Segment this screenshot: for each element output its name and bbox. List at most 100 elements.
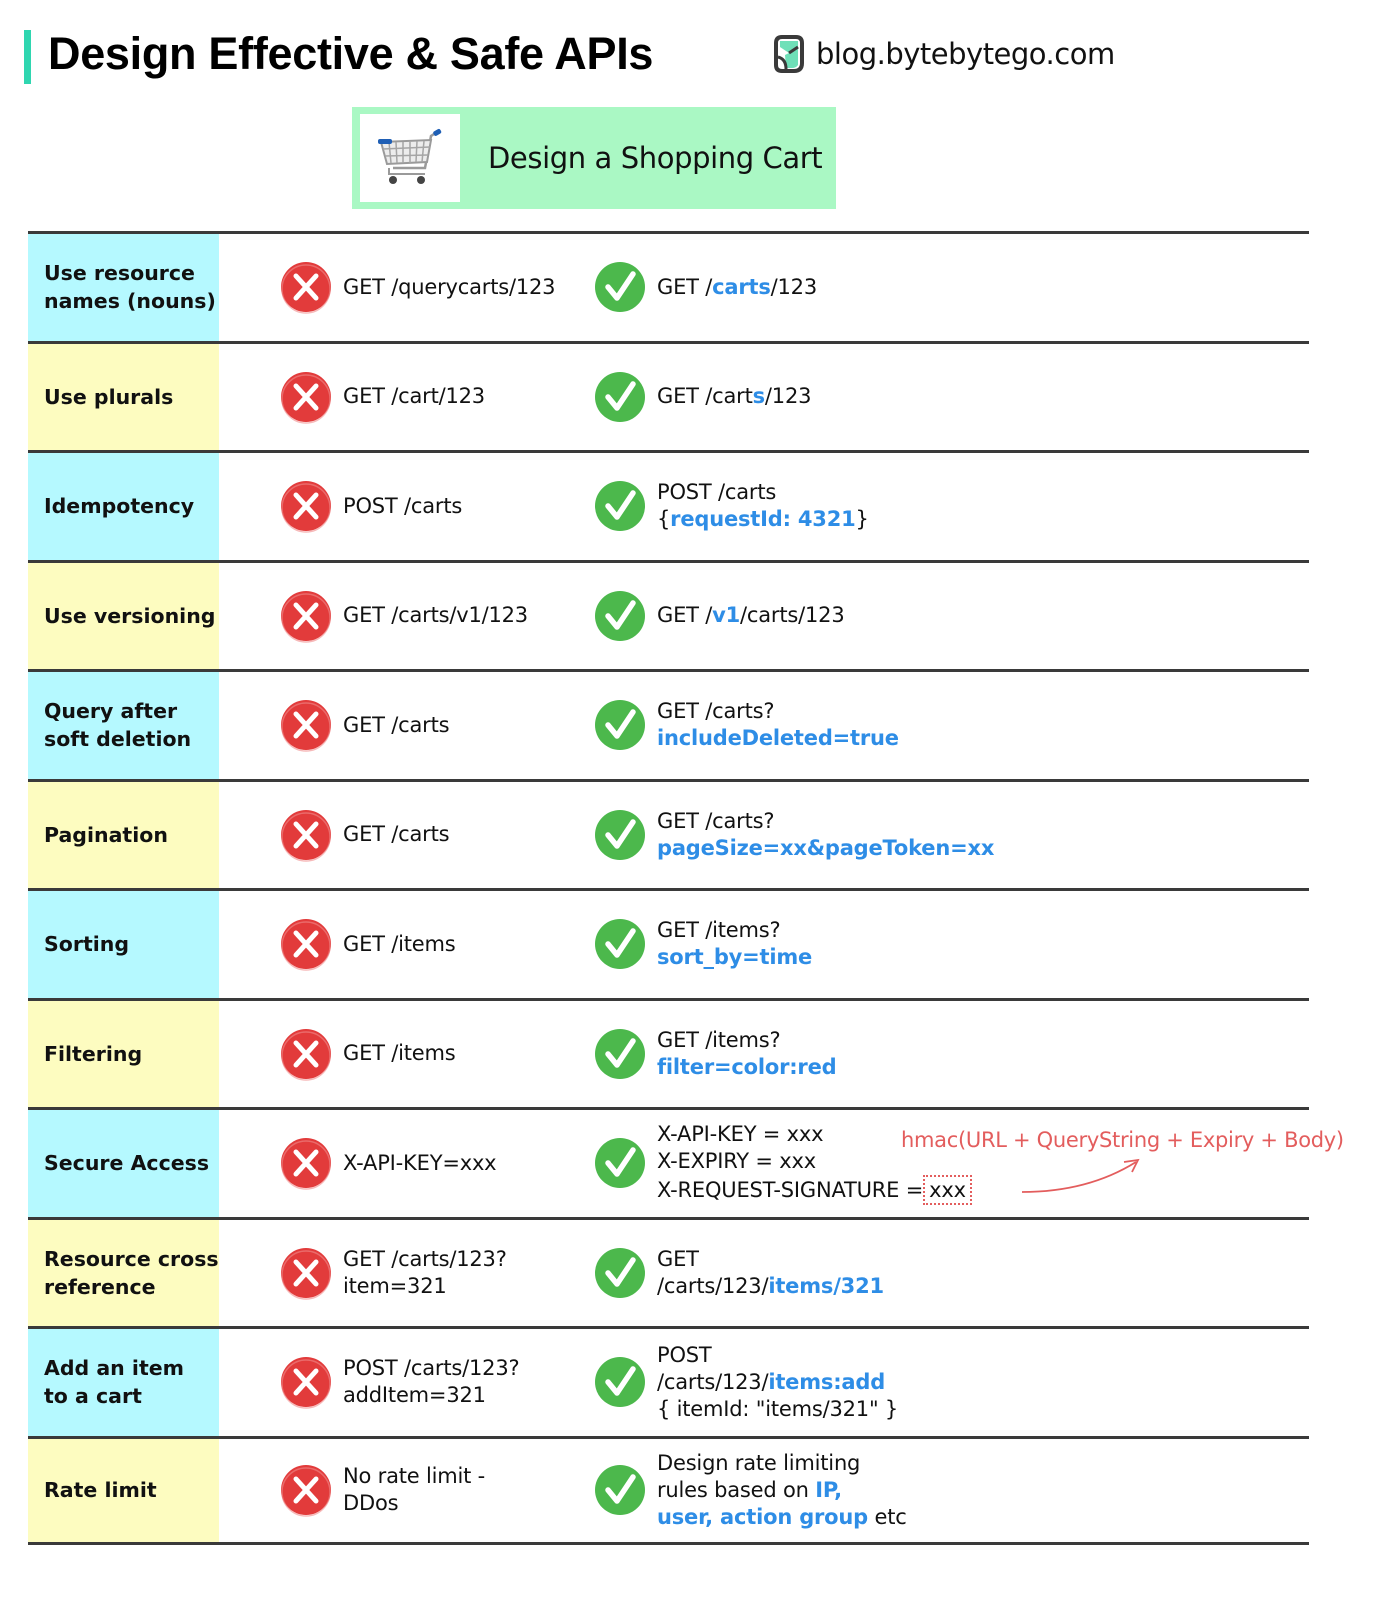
good-example: GET /carts/123/items/321	[593, 1220, 884, 1327]
guideline-label: Sorting	[28, 891, 219, 998]
bad-example: GET /items	[279, 891, 456, 998]
guideline-row: Use versioning GET /carts/v1/123 GET /v1/c…	[28, 559, 1309, 670]
bad-example: POST /carts/123? addItem=321	[279, 1329, 520, 1436]
highlighted-fragment: requestId: 4321	[670, 507, 856, 532]
bad-example-text: GET /items	[343, 1040, 456, 1067]
bad-example: GET /querycarts/123	[279, 234, 556, 341]
good-example-text: GET /items? filter=color:red	[657, 1027, 837, 1081]
bad-example: GET /carts	[279, 672, 450, 779]
good-example: GET /items? sort_by=time	[593, 891, 812, 998]
bad-example-text: X-API-KEY=xxx	[343, 1150, 497, 1177]
shopping-cart-image	[360, 114, 460, 202]
text-fragment: GET /items	[343, 1041, 456, 1066]
guideline-label: Use resource names (nouns)	[28, 234, 219, 341]
guideline-row: Filtering GET /items GET /items? filter=co…	[28, 997, 1309, 1108]
text-fragment: POST /carts/123/	[657, 1342, 769, 1394]
hmac-annotation: hmac(URL + QueryString + Expiry + Body)	[901, 1128, 1344, 1152]
cross-icon	[281, 1028, 331, 1081]
guideline-label: Idempotency	[28, 453, 219, 560]
good-example: X-API-KEY = xxx X-EXPIRY = xxx X-REQUEST…	[593, 1110, 972, 1217]
cross-icon	[281, 371, 331, 424]
text-fragment: GET /carts/123? item=321	[343, 1246, 507, 1298]
cross-icon	[281, 700, 331, 752]
highlighted-fragment: items/321	[768, 1273, 884, 1298]
guideline-label: Secure Access	[28, 1110, 219, 1217]
text-fragment: GET /	[657, 603, 713, 628]
highlighted-fragment: sort_by=time	[657, 945, 813, 970]
guideline-row: Idempotency POST /carts POST /carts {reque…	[28, 450, 1309, 560]
check-icon	[595, 1357, 645, 1408]
good-example: GET /carts? includeDeleted=true	[593, 672, 899, 779]
bad-example-text: POST /carts	[343, 493, 462, 520]
guideline-row: Use plurals GET /cart/123 GET /carts/123	[28, 340, 1309, 451]
text-fragment: X-API-KEY = xxx X-EXPIRY = xxx X-REQUEST…	[657, 1122, 924, 1203]
cross-icon	[281, 1247, 331, 1300]
highlighted-fragment: IP,	[815, 1477, 842, 1502]
api-guidelines-table: Use resource names (nouns) GET /querycart…	[28, 231, 1344, 1545]
good-example-text: Design rate limiting rules based on IP, …	[657, 1450, 907, 1531]
text-fragment: }	[855, 507, 869, 532]
good-example: Design rate limiting rules based on IP, …	[593, 1439, 907, 1543]
guideline-label: Add an item to a cart	[28, 1329, 219, 1436]
guideline-row: Query after soft deletion GET /carts GET /…	[28, 669, 1309, 779]
good-example-text: POST /carts/123/items:add { itemId: "ite…	[657, 1342, 898, 1423]
good-example-text: GET /carts? includeDeleted=true	[657, 698, 899, 752]
bad-example: No rate limit - DDos	[279, 1439, 485, 1543]
check-icon	[595, 1138, 645, 1189]
check-icon	[595, 919, 645, 970]
bad-example: GET /carts	[279, 782, 450, 889]
bad-example-text: GET /querycarts/123	[343, 274, 556, 301]
cross-icon	[281, 1465, 331, 1517]
text-fragment: GET /items?	[657, 1027, 781, 1052]
text-fragment: /123	[764, 384, 812, 409]
good-example: POST /carts/123/items:add { itemId: "ite…	[593, 1329, 898, 1436]
highlighted-fragment: filter=color:red	[657, 1054, 837, 1079]
bad-example: X-API-KEY=xxx	[279, 1110, 497, 1217]
bad-example: GET /carts/v1/123	[279, 563, 528, 670]
check-icon	[595, 1028, 645, 1079]
text-fragment: /123	[770, 274, 818, 299]
cross-icon	[281, 590, 331, 643]
guideline-label: Query after soft deletion	[28, 672, 219, 779]
text-fragment: GET /items?	[657, 918, 781, 943]
title-accent-bar	[24, 30, 31, 84]
brand-url[interactable]: blog.bytebytego.com	[816, 37, 1115, 71]
text-fragment: POST /carts	[343, 493, 463, 518]
text-fragment: GET /	[657, 274, 713, 299]
shopping-cart-icon	[378, 129, 442, 184]
guideline-label: Use plurals	[28, 343, 219, 450]
good-example: GET /items? filter=color:red	[593, 1001, 837, 1108]
cross-icon	[281, 1357, 331, 1409]
annotation-arrow-icon	[1021, 1158, 1140, 1193]
guideline-row: Sorting GET /items GET /items? sort_by=tim…	[28, 888, 1309, 998]
highlighted-fragment: carts	[712, 274, 771, 299]
good-example: GET /carts/123	[593, 234, 817, 341]
bad-example-text: GET /carts/123? item=321	[343, 1246, 507, 1300]
check-icon	[595, 1247, 645, 1298]
bad-example-text: GET /items	[343, 931, 456, 958]
bad-example-text: GET /cart/123	[343, 383, 485, 410]
brand[interactable]: blog.bytebytego.com	[772, 33, 1115, 75]
highlighted-fragment: pageSize=xx&pageToken=xx	[657, 835, 995, 860]
highlighted-fragment: s	[752, 384, 766, 409]
check-icon	[595, 809, 645, 860]
bad-example: GET /items	[279, 1001, 456, 1108]
good-example-text: POST /carts {requestId: 4321}	[657, 479, 869, 533]
good-example: POST /carts {requestId: 4321}	[593, 453, 869, 560]
guideline-row: Secure Access X-API-KEY=xxx X-API-KEY = xx…	[28, 1107, 1344, 1217]
check-icon	[595, 262, 645, 313]
highlighted-fragment: v1	[712, 603, 741, 628]
bad-example-text: GET /carts	[343, 821, 450, 848]
cross-icon	[281, 262, 331, 314]
guideline-row: Use resource names (nouns) GET /querycart…	[28, 231, 1309, 341]
scenario-banner: Design a Shopping Cart	[352, 107, 836, 209]
highlighted-fragment: includeDeleted=true	[657, 726, 899, 751]
text-fragment: GET /carts/123/	[657, 1246, 769, 1298]
text-fragment: No rate limit - DDos	[343, 1464, 486, 1516]
bad-example: GET /cart/123	[279, 344, 485, 451]
cross-icon	[281, 481, 331, 533]
text-fragment: POST /carts/123? addItem=321	[343, 1356, 520, 1408]
text-fragment: GET /carts?	[657, 808, 775, 833]
bad-example-text: No rate limit - DDos	[343, 1463, 485, 1517]
text-fragment: X-API-KEY=xxx	[343, 1150, 497, 1175]
